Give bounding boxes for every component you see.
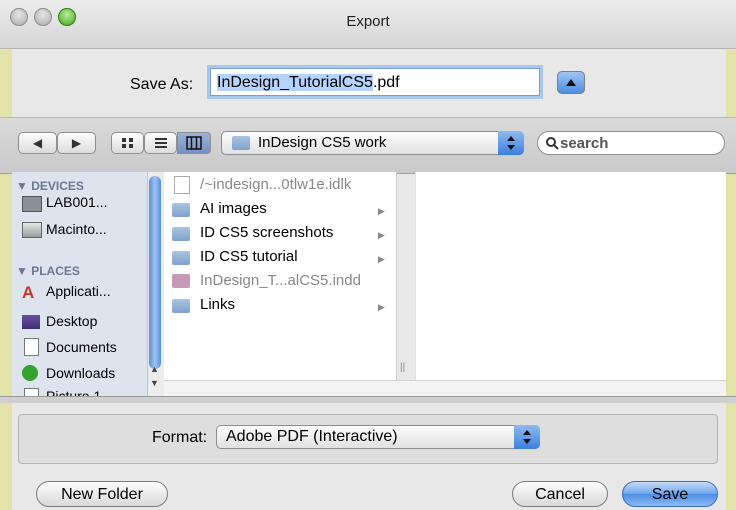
folder-row-links[interactable]: Links	[200, 296, 235, 313]
disclosure-arrow-icon: ▶	[378, 206, 385, 216]
filename-selected-text: InDesign_TutorialCS5	[217, 74, 373, 91]
sidebar-item-downloads[interactable]: Downloads	[46, 365, 115, 381]
folder-row-id-cs5-screenshots[interactable]: ID CS5 screenshots	[200, 224, 333, 241]
folder-row-ai-images[interactable]: AI images	[200, 200, 267, 217]
sidebar-item-lab001[interactable]: LAB001...	[46, 194, 108, 210]
sidebar-header-places: ▼ PLACES	[16, 264, 80, 278]
search-placeholder: search	[560, 135, 609, 152]
column-resize-handle[interactable]: ||	[400, 362, 405, 373]
file-column-empty-2	[546, 172, 726, 396]
folder-icon	[172, 203, 190, 217]
disclosure-arrow-icon: ▶	[378, 254, 385, 264]
filename-extension: .pdf	[372, 74, 400, 91]
hard-disk-icon	[22, 222, 42, 238]
computer-icon	[22, 196, 42, 212]
format-popup-arrows[interactable]	[514, 425, 540, 449]
horizontal-scrollbar[interactable]	[164, 380, 726, 397]
format-selected-value: Adobe PDF (Interactive)	[226, 428, 398, 445]
sidebar-item-macintosh[interactable]: Macinto...	[46, 221, 107, 237]
folder-icon	[232, 136, 250, 150]
folder-row-id-cs5-tutorial[interactable]: ID CS5 tutorial	[200, 248, 298, 265]
divider	[0, 396, 736, 403]
triangle-up-icon	[566, 79, 576, 86]
file-column-empty	[415, 172, 547, 396]
list-view-icon	[155, 138, 167, 148]
scroll-up-arrow-icon[interactable]: ▲	[150, 364, 159, 374]
sidebar-item-desktop[interactable]: Desktop	[46, 313, 97, 329]
indesign-file-icon	[172, 274, 190, 288]
folder-icon	[172, 299, 190, 313]
collapse-dialog-button[interactable]	[557, 71, 585, 94]
file-row-indd[interactable]: InDesign_T...alCS5.indd	[200, 272, 361, 289]
documents-icon	[24, 338, 39, 356]
file-row-idlk[interactable]: /~indesign...0tlw1e.idlk	[200, 176, 351, 193]
search-icon	[546, 137, 559, 150]
folder-icon	[172, 251, 190, 265]
filename-input[interactable]: InDesign_TutorialCS5.pdf	[210, 68, 540, 96]
sidebar-item-documents[interactable]: Documents	[46, 339, 117, 355]
icon-view-icon	[122, 138, 133, 148]
updown-arrows-icon	[523, 430, 531, 444]
new-folder-button[interactable]: New Folder	[36, 481, 168, 507]
downloads-icon	[22, 365, 38, 381]
disclosure-arrow-icon: ▶	[378, 302, 385, 312]
back-arrow-icon: ◀	[32, 136, 43, 150]
folder-icon	[172, 227, 190, 241]
picture-file-icon	[24, 388, 39, 396]
forward-arrow-icon: ▶	[71, 136, 82, 150]
disclosure-arrow-icon: ▶	[378, 230, 385, 240]
applications-icon: A	[22, 283, 35, 302]
sidebar: ▼ DEVICES LAB001... Macinto... ▼ PLACES …	[12, 172, 148, 396]
sidebar-scroll-thumb[interactable]	[149, 176, 161, 369]
file-icon	[174, 176, 190, 194]
location-label: InDesign CS5 work	[258, 134, 387, 151]
format-label: Format:	[152, 429, 208, 446]
save-button[interactable]: Save	[622, 481, 718, 507]
updown-arrows-icon	[507, 136, 515, 150]
sidebar-header-devices: ▼ DEVICES	[16, 179, 84, 193]
cancel-button[interactable]: Cancel	[512, 481, 608, 507]
desktop-icon	[22, 315, 40, 329]
save-as-label: Save As:	[130, 76, 194, 93]
location-popup-arrows[interactable]	[498, 131, 524, 155]
sidebar-item-applications[interactable]: Applicati...	[46, 283, 111, 299]
scroll-down-arrow-icon[interactable]: ▼	[150, 378, 159, 388]
sidebar-item-picture-1[interactable]: Picture 1	[46, 388, 101, 396]
column-view-icon	[186, 136, 202, 150]
window-title: Export	[346, 13, 390, 30]
